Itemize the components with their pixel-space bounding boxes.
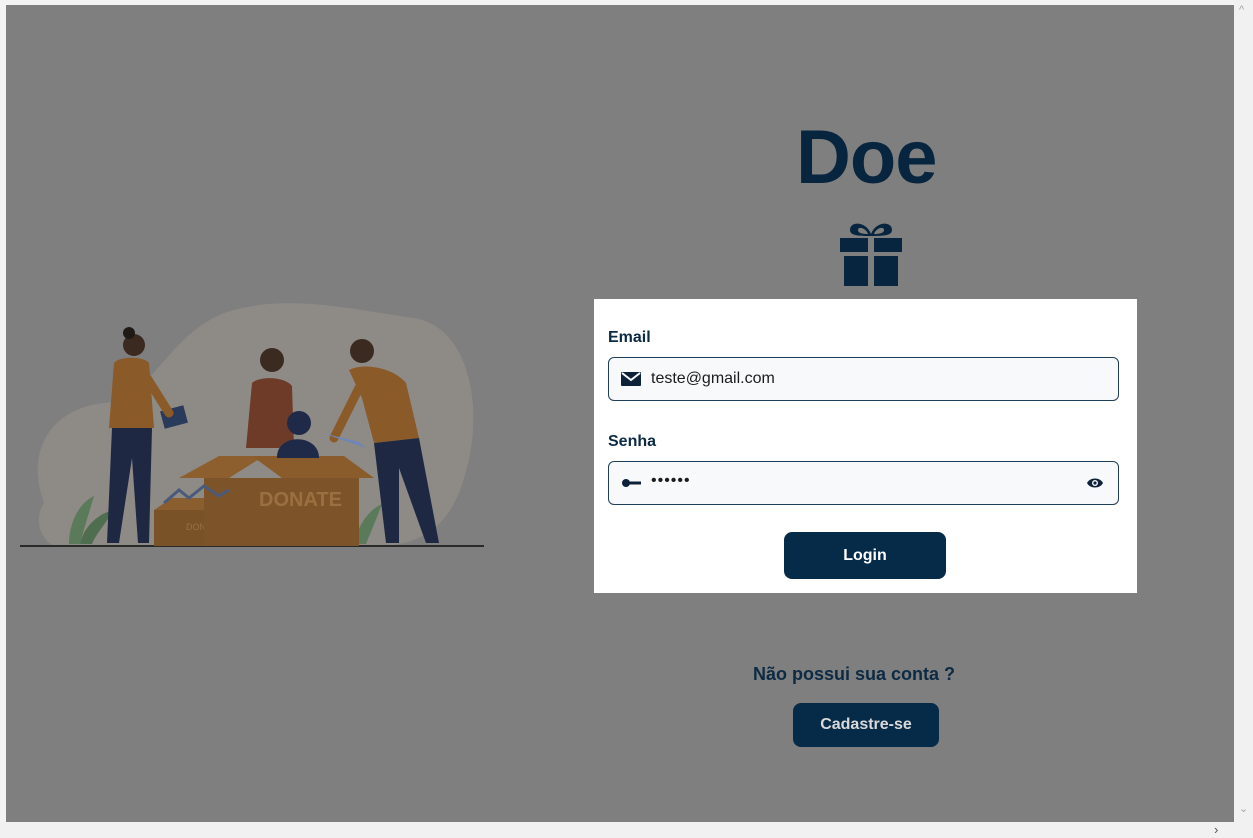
signup-button[interactable]: Cadastre-se	[793, 703, 939, 747]
email-field[interactable]: teste@gmail.com	[608, 357, 1119, 401]
person-middle-body	[246, 378, 294, 448]
scroll-down-icon[interactable]: ⌄	[1239, 803, 1248, 815]
teddy-head	[287, 411, 311, 435]
key-icon	[622, 479, 641, 487]
scroll-right-icon[interactable]: ›	[1214, 823, 1218, 836]
password-label: Senha	[608, 433, 657, 450]
password-field[interactable]: ••••••	[608, 461, 1119, 505]
big-box-label: DONATE	[259, 489, 342, 511]
envelope-icon	[621, 372, 641, 386]
brand-title: Doe	[796, 115, 938, 200]
donation-illustration: DONATE DONATE	[20, 303, 484, 547]
scroll-up-icon[interactable]: ^	[1239, 4, 1244, 16]
eye-icon[interactable]	[1086, 476, 1104, 490]
person-middle-head	[260, 348, 284, 372]
gift-icon	[840, 223, 902, 286]
login-card: Email teste@gmail.com Senha •••••• Login	[594, 299, 1137, 593]
person-left-body	[109, 357, 154, 428]
email-label: Email	[608, 329, 651, 346]
no-account-prompt: Não possui sua conta ?	[753, 664, 956, 684]
vertical-scrollbar[interactable]: ^ ⌄	[1234, 0, 1253, 822]
page-viewport: DONATE DONATE Doe	[6, 5, 1234, 822]
password-value: ••••••	[651, 472, 691, 489]
email-value: teste@gmail.com	[651, 370, 775, 387]
login-button[interactable]: Login	[784, 532, 946, 579]
person-right-head	[350, 339, 374, 363]
horizontal-scrollbar[interactable]: ›	[0, 822, 1253, 838]
